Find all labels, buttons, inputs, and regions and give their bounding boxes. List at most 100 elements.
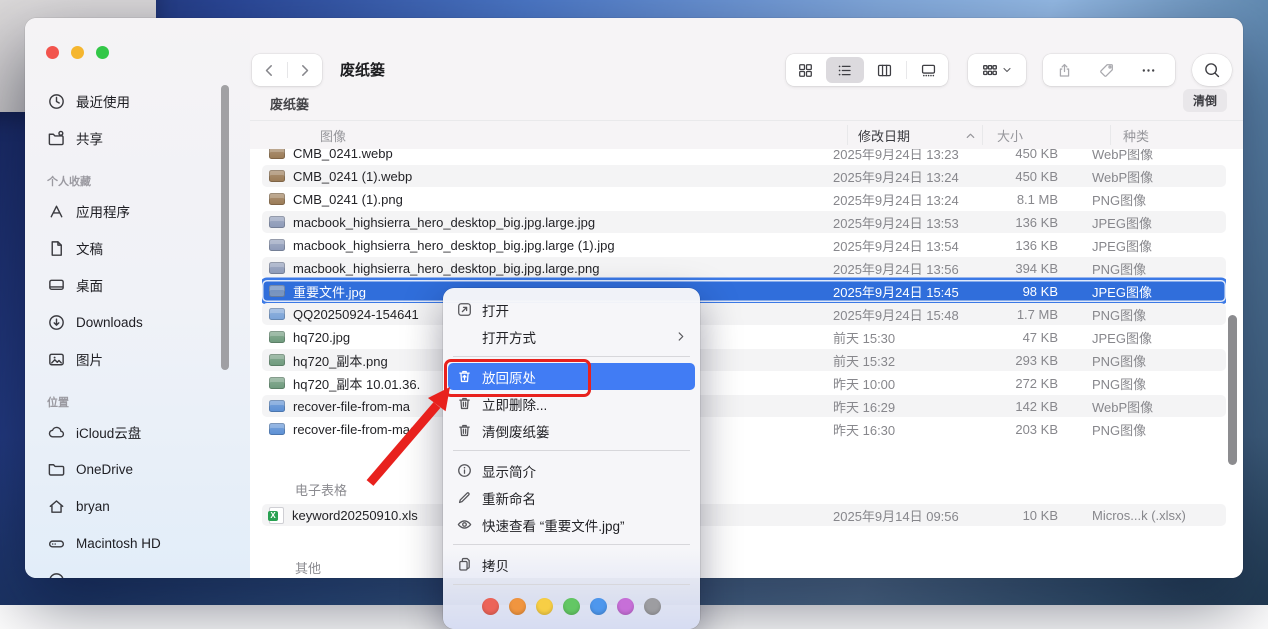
tag-color-dot[interactable]	[563, 598, 580, 615]
menu-item-快速查看 “重要文件.jpg”[interactable]: 快速查看 “重要文件.jpg”	[448, 511, 695, 538]
menu-item-拷贝[interactable]: 拷贝	[448, 551, 695, 578]
sidebar-item-Macintosh HD[interactable]: Macintosh HD	[37, 528, 234, 558]
pictures-icon	[47, 350, 66, 369]
file-kind: PNG图像	[1092, 190, 1146, 209]
sidebar-item-label: bryan	[76, 499, 110, 514]
column-header-kind[interactable]: 种类	[1123, 126, 1149, 145]
file-size: 8.1 MB	[902, 192, 1058, 207]
file-date: 昨天 10:00	[833, 374, 895, 393]
table-row[interactable]: QQ20250924-1546412025年9月24日 15:481.7 MBP…	[262, 303, 1226, 325]
column-header-name[interactable]: 图像	[320, 126, 346, 145]
sort-asc-icon	[964, 129, 977, 142]
tag-color-dot[interactable]	[536, 598, 553, 615]
menu-item-清倒废纸篓[interactable]: 清倒废纸篓	[448, 417, 695, 444]
table-row[interactable]: macbook_highsierra_hero_desktop_big.jpg.…	[262, 211, 1226, 233]
document-icon	[47, 239, 66, 258]
sidebar-item-桌面[interactable]: 桌面	[37, 270, 234, 300]
tag-button[interactable]	[1085, 54, 1127, 86]
column-header-date[interactable]: 修改日期	[858, 126, 910, 145]
empty-trash-button[interactable]: 清倒	[1183, 89, 1227, 112]
image-file-icon	[269, 216, 285, 228]
back-button[interactable]	[252, 54, 287, 86]
minimize-button[interactable]	[71, 46, 84, 59]
list-view-button[interactable]	[826, 57, 863, 83]
tag-color-dot[interactable]	[509, 598, 526, 615]
table-row[interactable]: macbook_highsierra_hero_desktop_big.jpg.…	[262, 234, 1226, 256]
table-row[interactable]: CMB_0241 (1).webp2025年9月24日 13:24450 KBW…	[262, 165, 1226, 187]
sidebar-item-iCloud云盘[interactable]: iCloud云盘	[37, 417, 234, 447]
sidebar-item-文稿[interactable]: 文稿	[37, 233, 234, 263]
tag-color-dot[interactable]	[482, 598, 499, 615]
file-date: 昨天 16:30	[833, 420, 895, 439]
context-menu: 打开打开方式放回原处立即删除...清倒废纸篓显示简介重新命名快速查看 “重要文件…	[443, 288, 700, 629]
sidebar-item-OneDrive[interactable]: OneDrive	[37, 454, 234, 484]
search-button[interactable]	[1192, 54, 1232, 86]
clock-icon	[47, 92, 66, 111]
image-file-icon	[269, 354, 285, 366]
grid-view-icon	[797, 62, 814, 79]
forward-button[interactable]	[287, 54, 322, 86]
annotation-red-arrow	[350, 365, 465, 495]
menu-item-打开[interactable]: 打开	[448, 296, 695, 323]
table-row[interactable]: macbook_highsierra_hero_desktop_big.jpg.…	[262, 257, 1226, 279]
file-size: 394 KB	[902, 261, 1058, 276]
sidebar-item-label: 共享	[76, 128, 103, 148]
sidebar-item-label: 桌面	[76, 275, 103, 295]
list-scrollbar[interactable]	[1228, 315, 1237, 465]
icon-view-button[interactable]	[787, 57, 824, 83]
file-size: 47 KB	[902, 330, 1058, 345]
column-header-size[interactable]: 大小	[997, 126, 1023, 145]
table-row[interactable]: keyword20250910.xls2025年9月14日 09:5610 KB…	[262, 504, 1226, 526]
trash-section-title: 废纸篓	[270, 94, 309, 113]
file-size: 136 KB	[902, 215, 1058, 230]
table-row[interactable]: 重要文件.jpg2025年9月24日 15:4598 KBJPEG图像	[262, 280, 1226, 302]
sidebar-item-Downloads[interactable]: Downloads	[37, 307, 234, 337]
menu-item-显示简介[interactable]: 显示简介	[448, 457, 695, 484]
applications-icon	[47, 202, 66, 221]
menu-item-label: 重新命名	[482, 488, 536, 508]
share-button[interactable]	[1043, 54, 1085, 86]
sidebar-item-最近使用[interactable]: 最近使用	[37, 86, 234, 116]
sidebar-item-应用程序[interactable]: 应用程序	[37, 196, 234, 226]
window-title: 废纸篓	[340, 59, 385, 80]
menu-item-label: 拷贝	[482, 555, 509, 575]
file-name: CMB_0241.webp	[293, 149, 393, 161]
chevron-left-icon	[261, 62, 278, 79]
table-row[interactable]: CMB_0241.webp2025年9月24日 13:23450 KBWebP图…	[262, 149, 1226, 164]
menu-item-打开方式[interactable]: 打开方式	[448, 323, 695, 350]
group-by-button[interactable]	[968, 54, 1026, 86]
sidebar-item-图片[interactable]: 图片	[37, 344, 234, 374]
tag-color-dot[interactable]	[644, 598, 661, 615]
tag-color-row	[443, 591, 700, 615]
sidebar-item-bryan[interactable]: bryan	[37, 491, 234, 521]
sidebar-section-header: 个人收藏	[37, 173, 234, 188]
file-kind: PNG图像	[1092, 305, 1146, 324]
column-view-button[interactable]	[866, 57, 903, 83]
globe-icon	[47, 571, 66, 579]
file-date: 前天 15:32	[833, 351, 895, 370]
chevron-right-icon	[296, 62, 313, 79]
image-file-icon	[269, 239, 285, 251]
file-size: 136 KB	[902, 238, 1058, 253]
tag-color-dot[interactable]	[590, 598, 607, 615]
table-row[interactable]: CMB_0241 (1).png2025年9月24日 13:248.1 MBPN…	[262, 188, 1226, 210]
file-kind: WebP图像	[1092, 149, 1153, 163]
desktop-icon	[47, 276, 66, 295]
sidebar-item-共享[interactable]: 共享	[37, 123, 234, 153]
sidebar-item-label: Downloads	[76, 315, 143, 330]
more-button[interactable]	[1127, 54, 1169, 86]
table-row[interactable]: hq720.jpg前天 15:3047 KBJPEG图像	[262, 326, 1226, 348]
close-button[interactable]	[46, 46, 59, 59]
file-size: 450 KB	[902, 169, 1058, 184]
menu-item-重新命名[interactable]: 重新命名	[448, 484, 695, 511]
menu-item-label: 打开方式	[482, 327, 536, 347]
file-date: 昨天 16:29	[833, 397, 895, 416]
tag-color-dot[interactable]	[617, 598, 634, 615]
sidebar-scrollbar[interactable]	[221, 85, 229, 370]
chevron-right-icon	[674, 330, 687, 343]
file-size: 293 KB	[902, 353, 1058, 368]
sidebar-item-partial[interactable]	[37, 565, 234, 578]
gallery-view-button[interactable]	[910, 57, 947, 83]
image-file-icon	[269, 193, 285, 205]
zoom-button[interactable]	[96, 46, 109, 59]
